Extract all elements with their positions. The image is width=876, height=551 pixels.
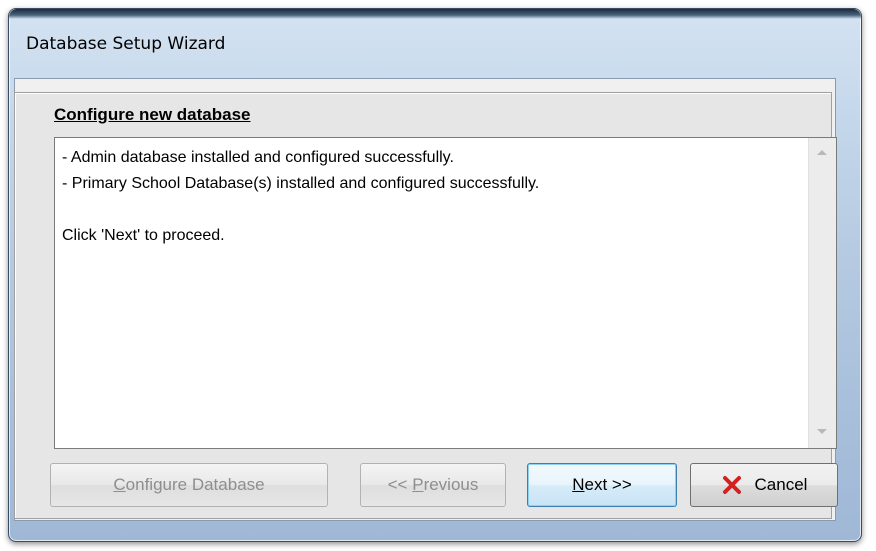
configure-database-label: Configure Database bbox=[113, 475, 265, 494]
scroll-down-arrow-icon[interactable] bbox=[817, 429, 827, 434]
log-line: - Admin database installed and configure… bbox=[62, 149, 454, 166]
vertical-scrollbar[interactable] bbox=[808, 138, 836, 448]
cancel-button[interactable]: Cancel bbox=[690, 463, 838, 507]
window-top-edge bbox=[9, 9, 861, 19]
section-heading: Configure new database bbox=[54, 105, 251, 124]
window-title: Database Setup Wizard bbox=[26, 34, 226, 54]
cancel-label: Cancel bbox=[754, 475, 808, 494]
log-line: - Primary School Database(s) installed a… bbox=[62, 175, 540, 192]
log-text: - Admin database installed and configure… bbox=[62, 145, 802, 249]
next-label: Next >> bbox=[572, 475, 632, 494]
log-textbox[interactable]: - Admin database installed and configure… bbox=[54, 137, 837, 449]
scroll-up-arrow-icon[interactable] bbox=[817, 150, 827, 155]
next-button[interactable]: Next >> bbox=[527, 463, 677, 507]
close-icon bbox=[721, 474, 743, 496]
previous-label: << Previous bbox=[387, 475, 479, 494]
configure-database-button[interactable]: Configure Database bbox=[50, 463, 328, 507]
log-line: Click 'Next' to proceed. bbox=[62, 227, 225, 244]
previous-button[interactable]: << Previous bbox=[360, 463, 506, 507]
desktop: Database Setup Wizard Configure new data… bbox=[0, 0, 876, 551]
